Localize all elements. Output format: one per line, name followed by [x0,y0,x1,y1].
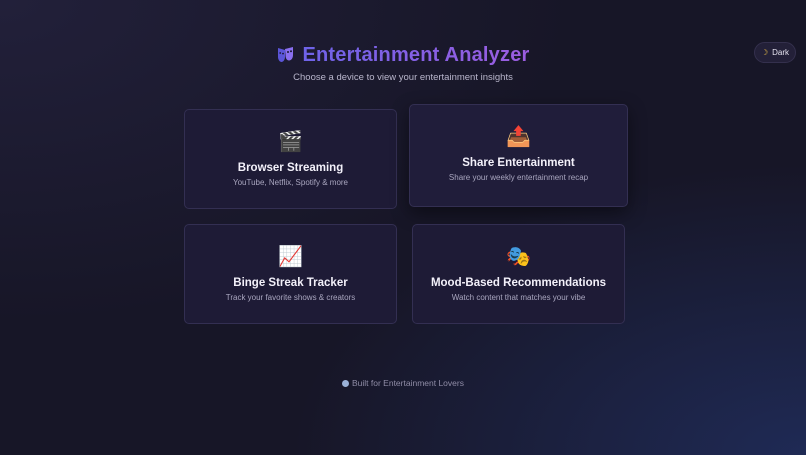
clapper-board-icon: 🎬 [278,131,303,153]
card-description: Watch content that matches your vibe [451,293,586,302]
page-title: Entertainment Analyzer [302,43,530,66]
card-title: Share Entertainment [462,157,575,169]
card-description: Share your weekly entertainment recap [448,173,589,182]
card-binge-streak-tracker[interactable]: 📈 Binge Streak Tracker Track your favori… [184,224,397,324]
globe-icon [342,379,349,387]
page-header: Entertainment Analyzer Choose a device t… [0,42,806,83]
card-browser-streaming[interactable]: 🎬 Browser Streaming YouTube, Netflix, Sp… [184,109,397,209]
outbox-tray-icon: 📤 [506,126,531,148]
card-share-entertainment[interactable]: 📤 Share Entertainment Share your weekly … [409,104,628,207]
footer: Built for Entertainment Lovers [0,378,806,388]
card-title: Browser Streaming [237,162,344,174]
footer-text: Built for Entertainment Lovers [352,378,464,388]
masks-icon [276,45,296,65]
card-title: Binge Streak Tracker [233,277,348,289]
card-description: Track your favorite shows & creators [225,293,356,302]
chart-increasing-icon: 📈 [278,246,303,268]
performing-arts-icon: 🎭 [506,246,531,268]
card-title: Mood-Based Recommendations [430,277,607,289]
page-subtitle: Choose a device to view your entertainme… [293,72,513,83]
card-mood-based-recommendations[interactable]: 🎭 Mood-Based Recommendations Watch conte… [412,224,625,324]
card-description: YouTube, Netflix, Spotify & more [232,178,349,187]
